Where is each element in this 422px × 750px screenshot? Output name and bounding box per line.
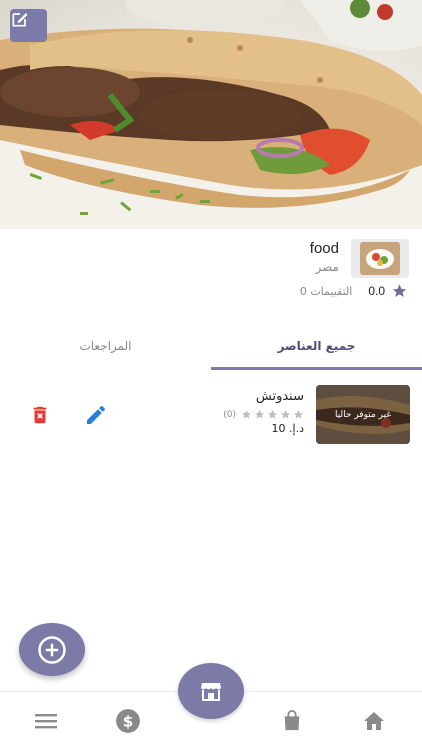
dollar-icon: $ bbox=[116, 709, 140, 733]
nav-payments[interactable]: $ bbox=[113, 708, 143, 734]
item-rating: (0) bbox=[223, 409, 304, 420]
star-icon bbox=[254, 409, 265, 419]
delete-icon bbox=[33, 406, 47, 424]
svg-text:$: $ bbox=[123, 712, 134, 730]
edit-square-icon bbox=[12, 13, 28, 27]
nav-store-button[interactable] bbox=[178, 663, 244, 719]
star-icon bbox=[267, 409, 278, 419]
tab-indicator bbox=[211, 367, 422, 370]
plus-circle-icon bbox=[38, 635, 66, 664]
menu-icon bbox=[35, 714, 57, 729]
item-thumbnail[interactable]: غير متوفر حاليا bbox=[316, 385, 410, 444]
kofta-sandwich-illustration bbox=[0, 0, 422, 229]
shop-rating: 0 التقييمات 0.0 bbox=[300, 283, 408, 299]
nav-orders[interactable] bbox=[277, 708, 307, 734]
home-icon bbox=[364, 712, 384, 730]
shopping-bag-icon bbox=[284, 710, 300, 731]
hero-image bbox=[0, 0, 422, 229]
store-icon bbox=[201, 683, 221, 701]
food-plate-image bbox=[351, 239, 409, 278]
tab-reviews[interactable]: المراجعات bbox=[0, 325, 211, 367]
item-name: سندوتش bbox=[255, 389, 304, 404]
add-item-button[interactable] bbox=[19, 623, 85, 676]
shop-thumbnail bbox=[351, 239, 409, 278]
rating-value: 0.0 bbox=[368, 284, 385, 298]
edit-item-button[interactable] bbox=[84, 403, 108, 427]
reviews-count: 0 التقييمات bbox=[299, 284, 353, 298]
tab-all-items[interactable]: جميع العناصر bbox=[211, 325, 422, 367]
item-price: د.إ. 10 bbox=[271, 422, 304, 435]
star-icon bbox=[280, 409, 291, 419]
item-rating-count: (0) bbox=[223, 409, 236, 420]
delete-item-button[interactable] bbox=[29, 404, 51, 426]
nav-menu[interactable] bbox=[31, 708, 61, 734]
pencil-icon bbox=[87, 405, 105, 424]
star-icon bbox=[241, 409, 252, 419]
nav-home[interactable] bbox=[359, 708, 389, 734]
star-icon bbox=[293, 409, 304, 419]
shop-country: مصر bbox=[315, 260, 339, 274]
tab-bar: جميع العناصر المراجعات bbox=[0, 325, 422, 371]
unavailable-badge: غير متوفر حاليا bbox=[316, 385, 410, 444]
shop-name: food bbox=[309, 240, 339, 257]
edit-shop-button[interactable] bbox=[10, 9, 47, 42]
star-icon bbox=[392, 284, 407, 297]
